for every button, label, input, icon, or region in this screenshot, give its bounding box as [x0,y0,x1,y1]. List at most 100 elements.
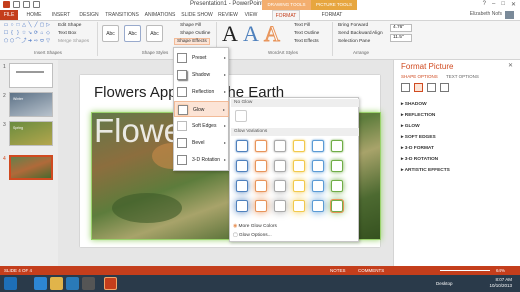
glow-variation-swatch[interactable] [236,160,248,172]
section-artistic-effects[interactable]: ▸ ARTISTIC EFFECTS [401,168,450,173]
shape-outline-button[interactable]: Shape Outline [180,31,210,36]
more-glow-colors[interactable]: ◉ More Glow Colors [233,224,277,229]
section-3d-format[interactable]: ▸ 3-D FORMAT [401,146,434,151]
menu-item-soft-edges[interactable]: Soft Edges ▸ [174,118,229,134]
slide-thumbnail-4[interactable] [9,155,53,180]
slide-thumbnail-1[interactable] [9,63,53,88]
glow-variation-swatch[interactable] [312,140,324,152]
tab-transitions[interactable]: TRANSITIONS [104,10,140,20]
shape-effects-button[interactable]: Shape Effects [174,38,210,45]
powerpoint-icon[interactable] [104,277,117,290]
undo-icon[interactable] [23,1,30,8]
menu-item-3d-rotation[interactable]: 3-D Rotation ▸ [174,152,229,168]
wordart-style-black[interactable]: A [222,21,238,47]
tab-slide-show[interactable]: SLIDE SHOW [180,10,214,20]
selection-pane-button[interactable]: Selection Pane [338,39,370,44]
shape-style-swatch[interactable]: Abc [102,25,119,42]
text-effects-button[interactable]: Text Effects [294,39,319,44]
menu-item-reflection[interactable]: Reflection ▸ [174,84,229,100]
shape-glyph[interactable]: ◇ [45,30,51,38]
glow-variation-swatch[interactable] [312,200,324,212]
tab-file[interactable]: FILE [0,10,18,20]
glow-variation-swatch[interactable] [255,140,267,152]
tab-review[interactable]: REVIEW [216,10,240,20]
tab-insert[interactable]: INSERT [48,10,74,20]
glow-variation-swatch[interactable] [312,160,324,172]
text-box-button[interactable]: Text Box [58,31,76,36]
maximize-button[interactable]: □ [501,1,505,8]
desktop-label[interactable]: Desktop [436,281,453,286]
glow-variation-swatch[interactable] [293,180,305,192]
save-icon[interactable] [13,1,20,8]
text-fill-button[interactable]: Text Fill [294,23,310,28]
section-soft-edges[interactable]: ▸ SOFT EDGES [401,135,436,140]
size-properties-icon[interactable] [427,83,436,92]
send-backward-button[interactable]: Send Backward [338,31,372,36]
shape-style-swatch[interactable]: Abc [124,25,141,42]
glow-variation-swatch[interactable] [255,160,267,172]
glow-variation-swatch[interactable] [331,140,343,152]
shapes-gallery[interactable]: ▭ ○ □ △ ╲ ╱ ▢ ▷ ☐ { } ☆ ↘ ⟳ ⌂ ◇ ⬠ ⬡ ⌒ ⤴ … [3,22,51,46]
comments-button[interactable]: COMMENTS [358,266,384,275]
user-name[interactable]: Elizabeth Nofs [470,11,502,17]
tab-shape-options[interactable]: SHAPE OPTIONS [401,74,438,79]
glow-variation-swatch[interactable] [293,140,305,152]
glow-variation-swatch[interactable] [274,200,286,212]
tab-design[interactable]: DESIGN [76,10,102,20]
glow-variation-swatch[interactable] [236,180,248,192]
align-button[interactable]: Align [372,31,383,36]
tab-format-drawing[interactable]: FORMAT [272,10,300,20]
zoom-level[interactable]: 64% [496,266,505,275]
fill-line-icon[interactable] [401,83,410,92]
tab-text-options[interactable]: TEXT OPTIONS [446,74,479,79]
menu-item-bevel[interactable]: Bevel ▸ [174,135,229,151]
slide-thumbnail-2[interactable]: Winter [9,92,53,117]
internet-explorer-icon[interactable] [34,277,47,290]
section-3d-rotation[interactable]: ▸ 3-D ROTATION [401,157,438,162]
glow-variation-swatch[interactable] [236,140,248,152]
glow-variation-swatch[interactable] [274,160,286,172]
avatar[interactable] [505,11,514,19]
notes-button[interactable]: NOTES [330,266,346,275]
slide-thumbnail-3[interactable]: Spring [9,121,53,146]
tab-view[interactable]: VIEW [242,10,260,20]
shape-style-swatch[interactable]: Abc [146,25,163,42]
section-glow[interactable]: ▸ GLOW [401,124,420,129]
start-icon[interactable] [4,277,17,290]
zoom-slider[interactable] [440,270,490,271]
wordart-style-outline[interactable]: A [264,21,281,47]
glow-variation-swatch[interactable] [330,199,344,213]
close-icon[interactable]: ✕ [508,62,513,69]
text-outline-button[interactable]: Text Outline [294,31,319,36]
shape-fill-button[interactable]: Shape Fill [180,23,201,28]
glow-variation-swatch[interactable] [274,180,286,192]
help-button[interactable]: ? [483,1,486,8]
section-reflection[interactable]: ▸ REFLECTION [401,113,435,118]
file-explorer-icon[interactable] [50,277,63,290]
merge-shapes-button[interactable]: Merge Shapes [58,39,89,44]
shape-glyph[interactable]: ▽ [45,38,51,46]
glow-variation-swatch[interactable] [236,200,248,212]
shape-width-field[interactable]: 11.5" [390,34,412,42]
redo-icon[interactable] [33,1,40,8]
glow-variation-swatch[interactable] [331,160,343,172]
close-button[interactable]: ✕ [511,1,516,8]
glow-variation-swatch[interactable] [312,180,324,192]
glow-variation-swatch[interactable] [293,200,305,212]
video-icon[interactable] [82,277,95,290]
tab-format-picture[interactable]: FORMAT [318,10,346,20]
no-glow-option[interactable] [235,110,247,122]
tab-animations[interactable]: ANIMATIONS [142,10,178,20]
bring-forward-button[interactable]: Bring Forward [338,23,368,28]
menu-item-glow[interactable]: Glow ▸ [174,101,229,117]
wordart-style-blue[interactable]: A [243,21,259,47]
outlook-icon[interactable] [66,277,79,290]
edit-shape-button[interactable]: Edit Shape [58,23,81,28]
glow-variation-swatch[interactable] [255,200,267,212]
glow-variation-swatch[interactable] [255,180,267,192]
glow-variation-swatch[interactable] [293,160,305,172]
glow-variation-swatch[interactable] [274,140,286,152]
effects-icon[interactable] [414,83,423,92]
shape-height-field[interactable]: 4.76" [390,24,412,32]
glow-options[interactable]: ▢ Glow Options... [233,233,272,238]
